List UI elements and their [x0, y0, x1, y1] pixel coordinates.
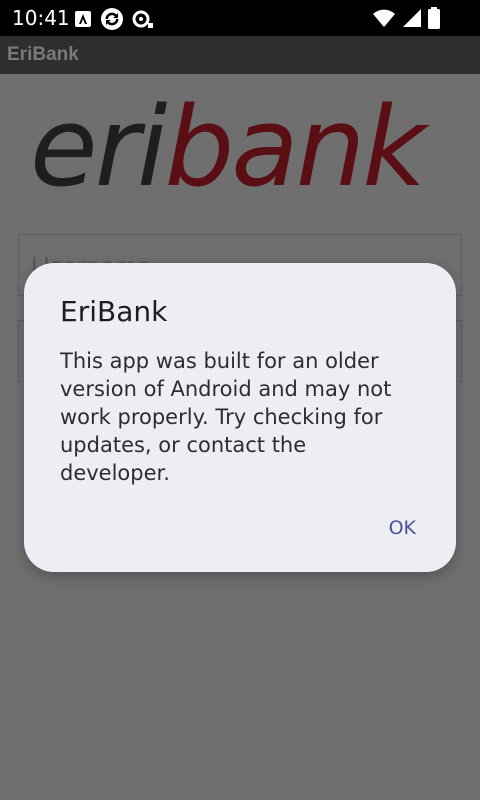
eribank-logo: eribank: [30, 92, 450, 202]
system-icons: [372, 7, 440, 34]
compatibility-dialog: EriBank This app was built for an older …: [24, 263, 456, 572]
app-bar: EriBank: [0, 36, 480, 74]
logo-eri: eri: [30, 83, 167, 211]
wifi-icon: [372, 8, 396, 33]
status-time: 10:41: [12, 6, 70, 30]
android-auto-icon: [74, 10, 92, 33]
dialog-message: This app was built for an older version …: [60, 349, 392, 485]
dialog-title: EriBank: [60, 295, 168, 328]
battery-icon: [428, 7, 440, 34]
notification-icons: [74, 7, 154, 36]
debug-icon: [132, 9, 154, 34]
status-bar: 10:41: [0, 0, 480, 36]
app-title: EriBank: [7, 44, 79, 65]
sync-icon: [100, 7, 124, 36]
signal-icon: [402, 8, 422, 33]
logo-bank: bank: [164, 83, 426, 211]
ok-button[interactable]: OK: [389, 517, 416, 539]
